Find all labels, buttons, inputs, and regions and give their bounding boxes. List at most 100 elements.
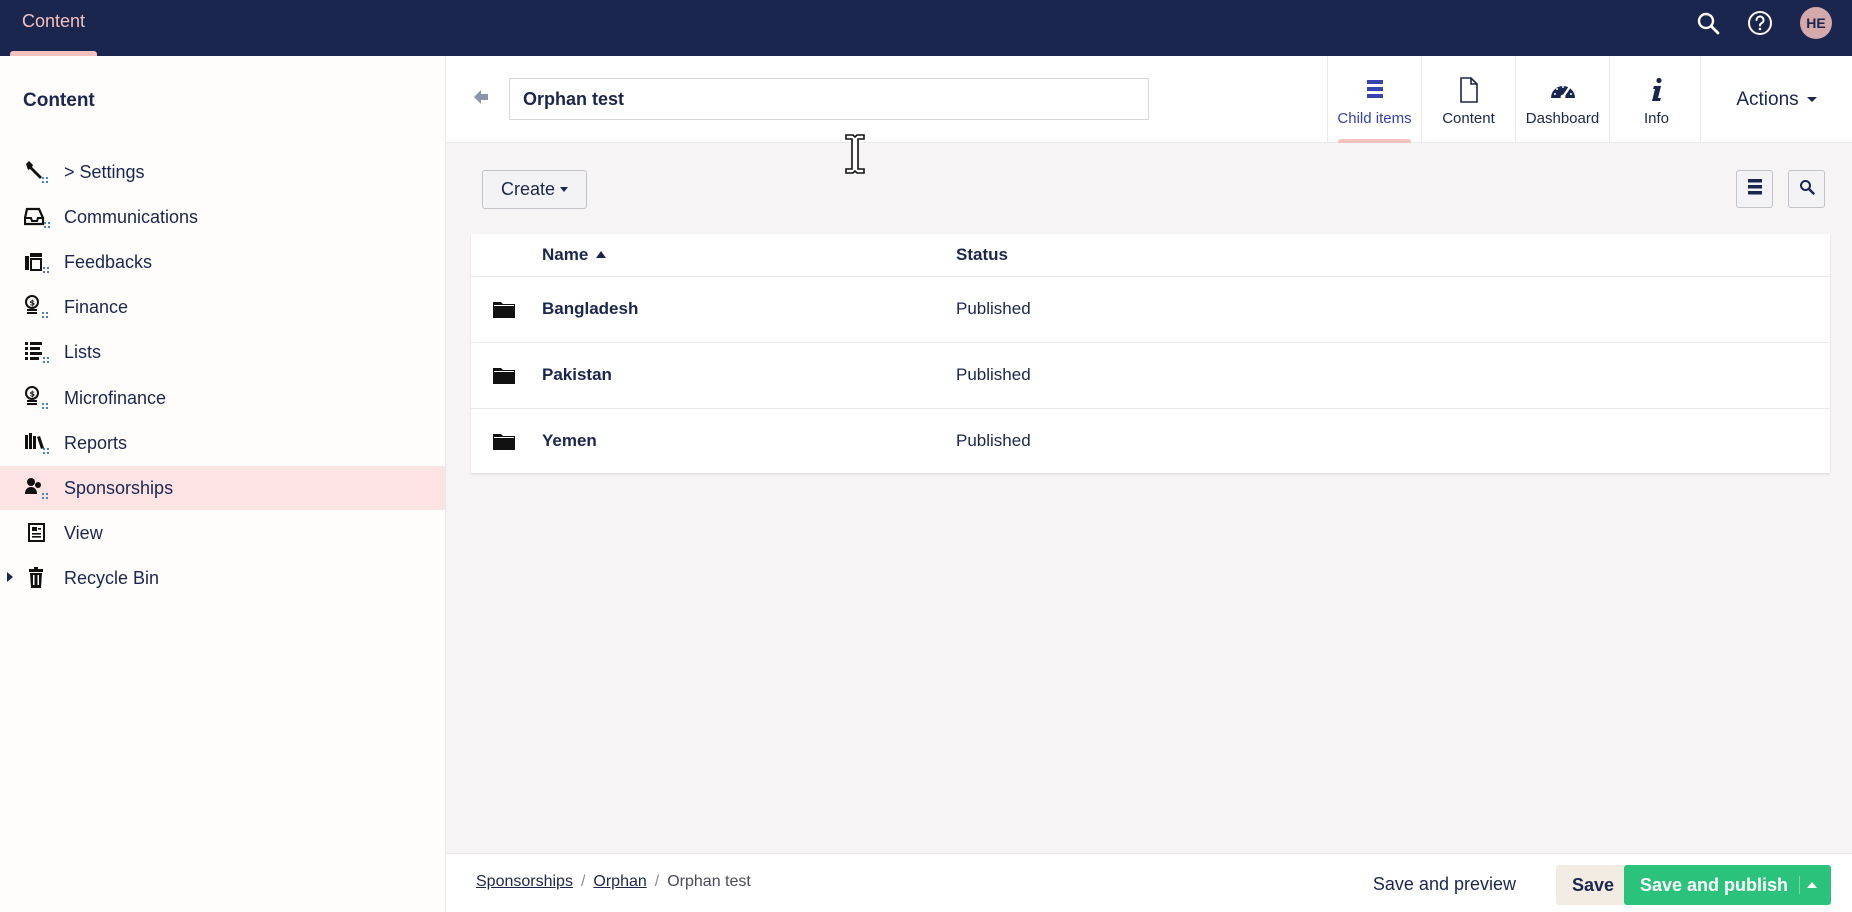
help-icon[interactable]: [1746, 9, 1774, 37]
row-status: Published: [956, 299, 1031, 318]
sidebar-item-recycle-bin[interactable]: Recycle Bin: [0, 556, 445, 600]
tab-label: Dashboard: [1525, 110, 1600, 127]
list-search-button[interactable]: [1788, 170, 1825, 208]
table-row[interactable]: Bangladesh Published: [471, 276, 1830, 342]
column-header-label: Name: [542, 245, 589, 264]
list-icon: [1747, 178, 1763, 201]
save-and-preview-button[interactable]: Save and preview: [1373, 874, 1516, 895]
column-header-label: Status: [956, 245, 1008, 264]
text-cursor-icon: [843, 133, 867, 175]
create-button[interactable]: Create: [482, 170, 587, 209]
tab-label: Content: [1442, 110, 1495, 127]
folder-icon: [493, 300, 515, 318]
active-tab-indicator: [1338, 139, 1411, 143]
section-tab-label: Content: [22, 11, 86, 31]
breadcrumb-separator: /: [580, 873, 586, 890]
sidebar-item-label: Feedbacks: [64, 251, 153, 272]
sidebar-item-label: Sponsorships: [64, 477, 174, 498]
sidebar-item-label: > Settings: [64, 161, 145, 182]
row-name-link[interactable]: Pakistan: [542, 365, 612, 385]
breadcrumb-separator: /: [654, 873, 660, 890]
user-avatar[interactable]: HE: [1800, 7, 1832, 39]
sidebar-item-settings[interactable]: > Settings: [0, 150, 445, 194]
sort-ascending-icon: [596, 251, 607, 258]
row-name-link[interactable]: Bangladesh: [542, 299, 638, 319]
content-apps: Child items Content Dashboard Info: [1327, 56, 1703, 143]
gauge-icon: [1549, 76, 1577, 104]
document-icon: [1455, 76, 1483, 104]
list-view-toggle[interactable]: [1736, 170, 1773, 208]
sidebar-item-view[interactable]: View: [0, 511, 445, 555]
table-row[interactable]: Pakistan Published: [471, 342, 1830, 408]
coins-icon: $: [24, 386, 50, 410]
actions-label: Actions: [1736, 88, 1799, 110]
svg-text:$: $: [30, 390, 36, 399]
svg-text:$: $: [30, 299, 36, 308]
expand-caret-icon[interactable]: [7, 572, 13, 582]
create-label: Create: [500, 179, 556, 199]
folder-icon: [493, 366, 515, 384]
column-header-status[interactable]: Status: [956, 234, 1008, 276]
row-status: Published: [956, 431, 1031, 450]
sidebar-item-feedbacks[interactable]: Feedbacks: [0, 240, 445, 284]
breadcrumb-link-orphan[interactable]: Orphan: [593, 873, 646, 891]
document-icon: [24, 521, 50, 545]
top-bar: Content HE: [0, 0, 1852, 56]
coins-icon: $: [24, 295, 50, 319]
actions-dropdown[interactable]: Actions: [1700, 56, 1852, 143]
folder-icon: [493, 432, 515, 450]
editor-footer: Sponsorships / Orphan / Orphan test Save…: [446, 853, 1852, 912]
table-row[interactable]: Yemen Published: [471, 408, 1830, 474]
chevron-down-icon: [560, 187, 569, 192]
chevron-up-icon: [1806, 882, 1817, 888]
users-icon: [24, 476, 50, 500]
trash-icon: [24, 566, 50, 590]
tab-label: Child items: [1337, 110, 1412, 127]
save-and-publish-button[interactable]: Save and publish: [1624, 865, 1831, 905]
tab-info[interactable]: Info: [1609, 56, 1703, 143]
sidebar: Content > Settings Communications Feedba…: [0, 56, 446, 912]
publish-options-toggle[interactable]: [1799, 876, 1823, 894]
back-arrow-icon[interactable]: [472, 88, 490, 106]
sidebar-item-sponsorships[interactable]: Sponsorships: [0, 466, 445, 510]
sidebar-item-label: Finance: [64, 296, 129, 317]
feedback-icon: [24, 250, 50, 274]
sidebar-item-label: View: [64, 522, 103, 543]
tab-child-items[interactable]: Child items: [1327, 56, 1421, 143]
save-button[interactable]: Save: [1556, 865, 1630, 905]
breadcrumb-current: Orphan test: [667, 873, 751, 890]
child-items-table: Name Status Bangladesh Published Pakista…: [471, 234, 1830, 473]
chevron-down-icon: [1806, 97, 1817, 102]
sidebar-item-label: Reports: [64, 432, 128, 453]
row-status: Published: [956, 365, 1031, 384]
sidebar-item-lists[interactable]: Lists: [0, 330, 445, 374]
inbox-icon: [23, 205, 50, 229]
info-icon: [1643, 76, 1671, 104]
search-icon: [1799, 179, 1815, 200]
sidebar-item-label: Communications: [64, 206, 199, 227]
section-tab-content[interactable]: Content: [10, 0, 98, 56]
breadcrumb: Sponsorships / Orphan / Orphan test: [476, 873, 751, 891]
list-icon: [24, 340, 50, 364]
publish-label: Save and publish: [1640, 874, 1789, 895]
sidebar-item-reports[interactable]: Reports: [0, 421, 445, 465]
breadcrumb-link-sponsorships[interactable]: Sponsorships: [476, 873, 573, 891]
tab-dashboard[interactable]: Dashboard: [1515, 56, 1609, 143]
search-icon[interactable]: [1694, 9, 1722, 37]
row-name-link[interactable]: Yemen: [542, 431, 597, 451]
books-icon: [24, 431, 50, 455]
sidebar-item-label: Microfinance: [64, 387, 167, 408]
tab-label: Info: [1643, 110, 1670, 127]
wrench-icon: [24, 160, 50, 184]
editor-header: Child items Content Dashboard Info Actio…: [446, 56, 1852, 143]
sidebar-item-communications[interactable]: Communications: [0, 195, 445, 239]
column-header-name[interactable]: Name: [542, 234, 607, 276]
sidebar-item-finance[interactable]: $ Finance: [0, 285, 445, 329]
node-name-input[interactable]: [509, 78, 1149, 120]
sidebar-item-label: Lists: [64, 341, 102, 362]
sidebar-title[interactable]: Content: [23, 90, 95, 112]
sidebar-item-label: Recycle Bin: [64, 567, 160, 588]
sidebar-item-microfinance[interactable]: $ Microfinance: [0, 376, 445, 420]
tab-content[interactable]: Content: [1421, 56, 1515, 143]
list-icon: [1361, 76, 1389, 104]
